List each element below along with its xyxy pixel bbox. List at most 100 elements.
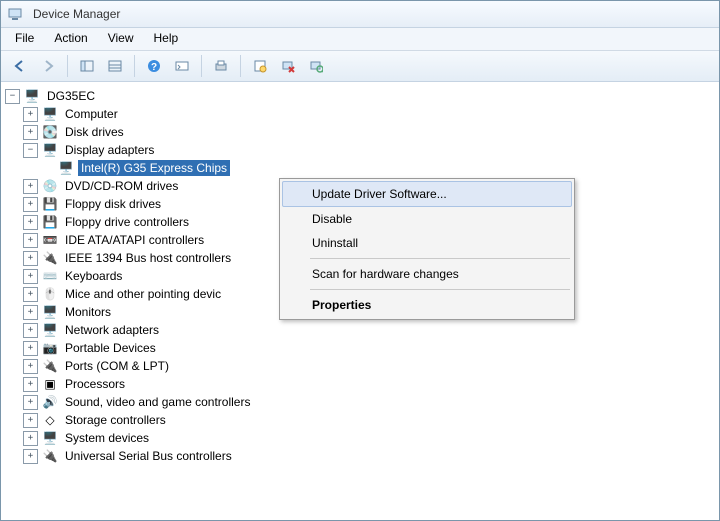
usb-icon: 🔌 — [42, 448, 58, 464]
computer-icon: 🖥️ — [42, 106, 58, 122]
context-menu: Update Driver Software... Disable Uninst… — [279, 178, 575, 320]
menu-file[interactable]: File — [5, 28, 44, 50]
device-manager-window: Device Manager File Action View Help ? −… — [0, 0, 720, 521]
toolbar: ? — [1, 51, 719, 82]
expand-icon[interactable]: + — [23, 449, 38, 464]
ports-icon: 🔌 — [42, 358, 58, 374]
toolbar-separator — [201, 55, 202, 77]
tree-item-label: Processors — [62, 376, 128, 392]
ctx-disable[interactable]: Disable — [282, 207, 572, 231]
tree-item-label: Disk drives — [62, 124, 127, 140]
menubar: File Action View Help — [1, 28, 719, 51]
expand-icon[interactable]: + — [23, 359, 38, 374]
menu-help[interactable]: Help — [144, 28, 189, 50]
floppy-ctrl-icon: 💾 — [42, 214, 58, 230]
tree-item-label: Floppy drive controllers — [62, 214, 192, 230]
tree-item-system[interactable]: + 🖥️System devices — [23, 429, 715, 447]
ctx-properties[interactable]: Properties — [282, 293, 572, 317]
ieee1394-icon: 🔌 — [42, 250, 58, 266]
tree-item-label: Portable Devices — [62, 340, 159, 356]
intel-g35-icon: 🖥️ — [58, 160, 74, 176]
collapse-icon[interactable]: − — [23, 143, 38, 158]
expand-icon[interactable]: + — [23, 431, 38, 446]
details-button[interactable] — [102, 53, 128, 79]
help-button[interactable]: ? — [141, 53, 167, 79]
tree-item-label: Intel(R) G35 Express Chips — [78, 160, 230, 176]
menu-view[interactable]: View — [98, 28, 144, 50]
tree-item-intel-g35[interactable]: 🖥️Intel(R) G35 Express Chips — [41, 159, 715, 177]
tree-item-computer[interactable]: + 🖥️Computer — [23, 105, 715, 123]
sound-icon: 🔊 — [42, 394, 58, 410]
system-icon: 🖥️ — [42, 430, 58, 446]
tree-item-processors[interactable]: + ▣Processors — [23, 375, 715, 393]
processors-icon: ▣ — [42, 376, 58, 392]
tree-item-storage[interactable]: +◇Storage controllers — [23, 411, 715, 429]
back-button[interactable] — [7, 53, 33, 79]
expand-icon[interactable]: + — [23, 125, 38, 140]
network-icon: 🖥️ — [42, 322, 58, 338]
svg-text:?: ? — [151, 62, 157, 73]
expand-icon[interactable]: + — [23, 179, 38, 194]
tree-item-display-adapters[interactable]: −🖥️Display adapters — [23, 141, 715, 159]
tree-item-portable[interactable]: +📷Portable Devices — [23, 339, 715, 357]
tree-item-label: Computer — [62, 106, 121, 122]
app-icon — [7, 6, 23, 22]
tree-item-label: Keyboards — [62, 268, 125, 284]
expand-icon[interactable]: + — [23, 107, 38, 122]
show-panel-button[interactable] — [74, 53, 100, 79]
expand-icon[interactable]: + — [23, 413, 38, 428]
tree-item-label: DVD/CD-ROM drives — [62, 178, 181, 194]
tree-item-label: Network adapters — [62, 322, 162, 338]
root-icon: 🖥️ — [24, 88, 40, 104]
tree-item-label: Monitors — [62, 304, 114, 320]
tree-root-node[interactable]: −🖥️DG35EC — [5, 87, 715, 105]
forward-button[interactable] — [35, 53, 61, 79]
uninstall-button[interactable] — [275, 53, 301, 79]
tree-item-label: IEEE 1394 Bus host controllers — [62, 250, 234, 266]
print-button[interactable] — [208, 53, 234, 79]
expand-icon[interactable]: + — [23, 233, 38, 248]
ide-atapi-icon: 📼 — [42, 232, 58, 248]
collapse-icon[interactable]: − — [5, 89, 20, 104]
toolbar-separator — [134, 55, 135, 77]
properties-button[interactable] — [247, 53, 273, 79]
tree-item-usb[interactable]: +🔌Universal Serial Bus controllers — [23, 447, 715, 465]
ctx-scan[interactable]: Scan for hardware changes — [282, 262, 572, 286]
expand-icon[interactable]: + — [23, 215, 38, 230]
ctx-uninstall[interactable]: Uninstall — [282, 231, 572, 255]
dvd-cdrom-icon: 💿 — [42, 178, 58, 194]
tree-item-ports[interactable]: + 🔌Ports (COM & LPT) — [23, 357, 715, 375]
console-button[interactable] — [169, 53, 195, 79]
toolbar-separator — [67, 55, 68, 77]
expand-icon[interactable]: + — [23, 269, 38, 284]
tree-item-disk-drives[interactable]: + 💽Disk drives — [23, 123, 715, 141]
expand-icon[interactable]: + — [23, 197, 38, 212]
tree-item-label: Ports (COM & LPT) — [62, 358, 172, 374]
tree-item-sound[interactable]: +🔊Sound, video and game controllers — [23, 393, 715, 411]
floppy-disk-icon: 💾 — [42, 196, 58, 212]
expand-icon[interactable]: + — [23, 251, 38, 266]
expand-icon[interactable]: + — [23, 323, 38, 338]
scan-button[interactable] — [303, 53, 329, 79]
disk-drives-icon: 💽 — [42, 124, 58, 140]
expand-icon[interactable]: + — [23, 341, 38, 356]
spacer — [41, 162, 54, 175]
expand-icon[interactable]: + — [23, 287, 38, 302]
tree-item-label: Mice and other pointing devic — [62, 286, 224, 302]
tree-item-network[interactable]: + 🖥️Network adapters — [23, 321, 715, 339]
ctx-separator — [310, 258, 570, 259]
titlebar: Device Manager — [1, 1, 719, 28]
expand-icon[interactable]: + — [23, 395, 38, 410]
tree-item-label: DG35EC — [44, 88, 98, 104]
ctx-update-driver[interactable]: Update Driver Software... — [282, 181, 572, 207]
tree-item-label: Storage controllers — [62, 412, 169, 428]
ctx-separator — [310, 289, 570, 290]
expand-icon[interactable]: + — [23, 305, 38, 320]
window-title: Device Manager — [33, 7, 120, 21]
menu-action[interactable]: Action — [44, 28, 97, 50]
expand-icon[interactable]: + — [23, 377, 38, 392]
monitors-icon: 🖥️ — [42, 304, 58, 320]
tree-item-label: System devices — [62, 430, 152, 446]
keyboards-icon: ⌨️ — [42, 268, 58, 284]
tree-item-label: Floppy disk drives — [62, 196, 164, 212]
